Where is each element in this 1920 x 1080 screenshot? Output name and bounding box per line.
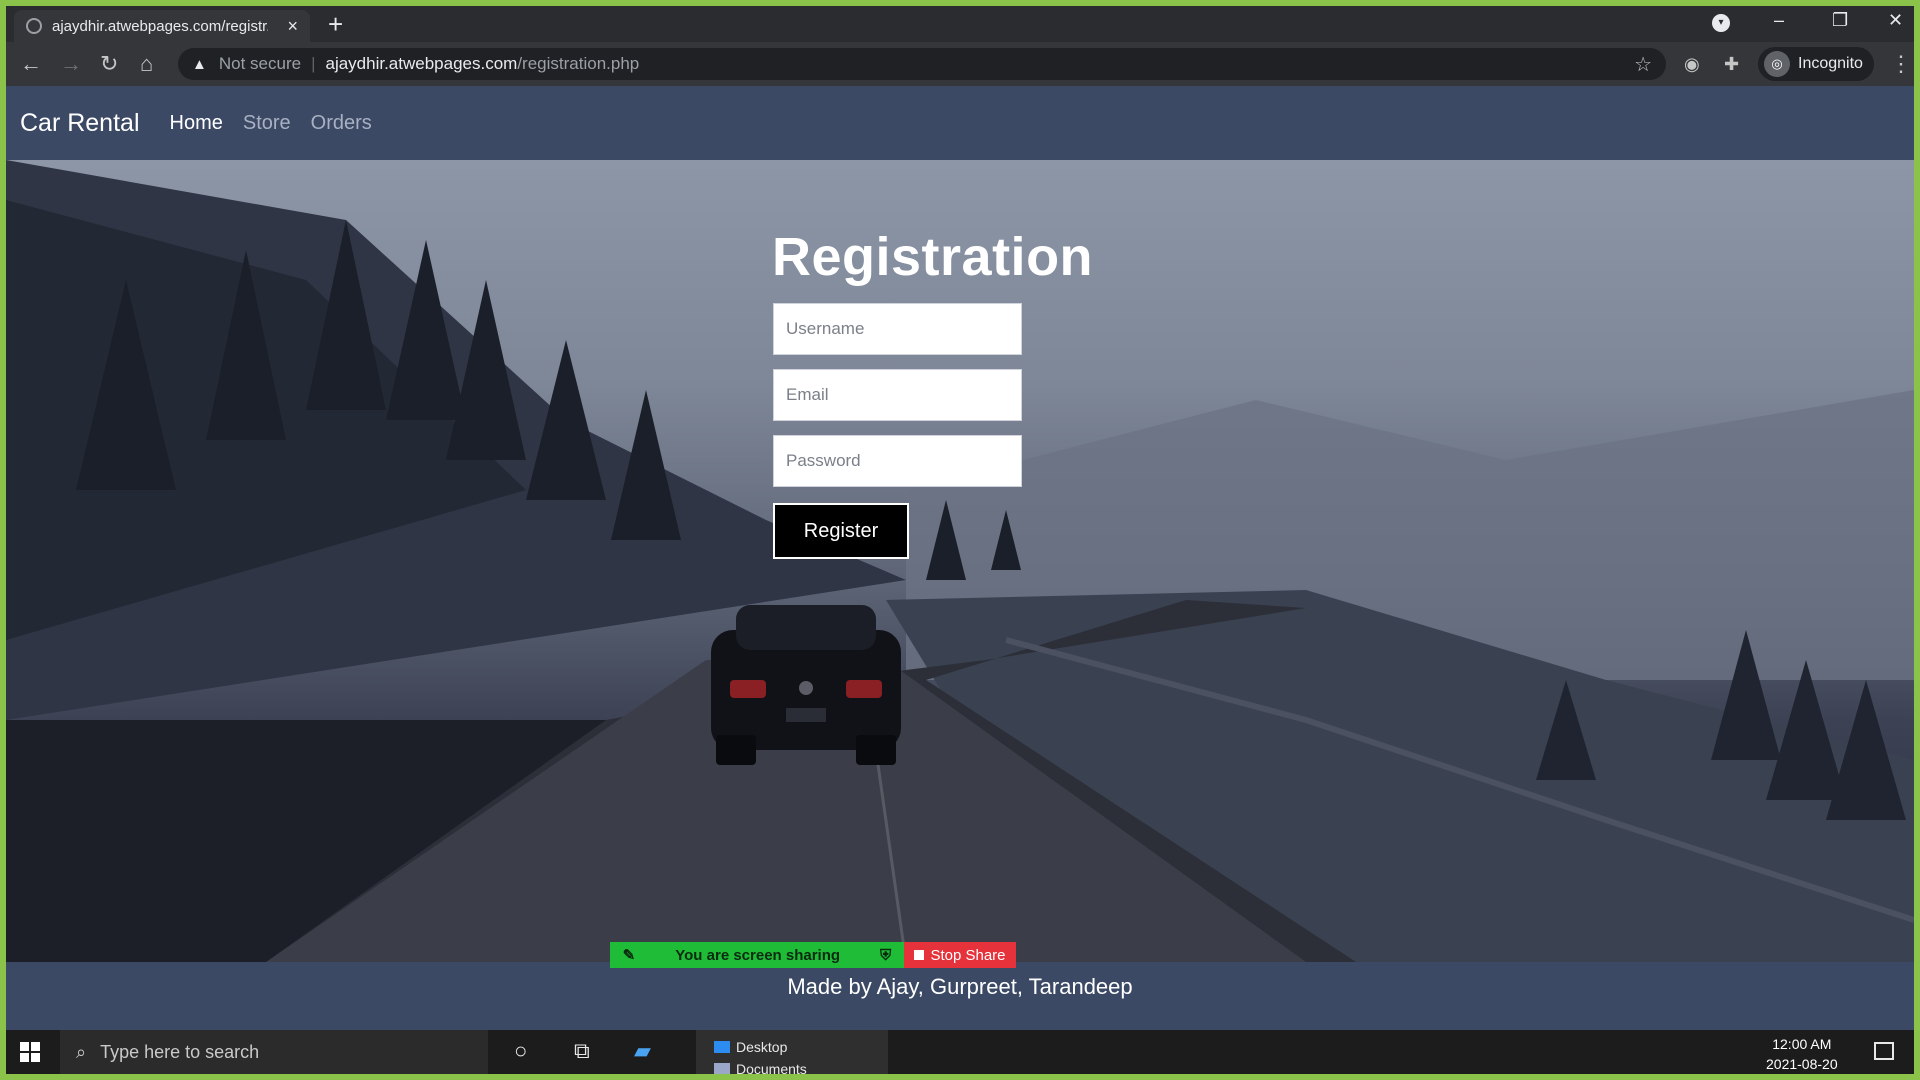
extension-robot-icon[interactable]: ◉ [1684, 53, 1700, 75]
popup-item-label: Documents [736, 1061, 807, 1074]
clock-date: 2021-08-20 [1766, 1056, 1838, 1072]
separator: | [311, 54, 316, 73]
windows-taskbar: ⌕ Type here to search ○ ⧉ ▰ Desktop Docu… [6, 1030, 1914, 1074]
windows-start-icon[interactable] [20, 1042, 40, 1062]
site-navbar: Car Rental Home Store Orders [6, 86, 1914, 160]
restore-icon[interactable]: ❐ [1832, 10, 1848, 31]
close-tab-button[interactable]: × [287, 16, 298, 37]
search-icon: ⌕ [76, 1041, 87, 1062]
browser-tab[interactable]: ajaydhir.atwebpages.com/registr... × [14, 10, 310, 42]
security-label: Not secure [218, 54, 302, 73]
folder-icon [714, 1041, 730, 1053]
bookmark-star-icon[interactable]: ☆ [1634, 52, 1652, 77]
forward-icon[interactable]: → [60, 53, 82, 75]
email-input[interactable] [773, 369, 1022, 421]
password-input[interactable] [773, 435, 1022, 487]
taskbar-folder-popup: Desktop Documents [696, 1030, 888, 1074]
screen-sharing-status: ✎ You are screen sharing ⛨ [610, 942, 904, 968]
incognito-icon: ◎ [1764, 51, 1790, 77]
username-input[interactable] [773, 303, 1022, 355]
document-icon [714, 1063, 730, 1074]
nav-home[interactable]: Home [170, 112, 223, 135]
globe-icon [26, 18, 42, 34]
car-illustration [711, 605, 901, 765]
incognito-profile-button[interactable]: ◎ Incognito [1758, 47, 1874, 81]
stop-icon [914, 950, 925, 960]
hero-background: Registration Register [6, 160, 1914, 962]
popup-item-desktop[interactable]: Desktop [714, 1036, 888, 1058]
site-footer: Made by Ajay, Gurpreet, Tarandeep [6, 962, 1914, 1036]
popup-item-documents[interactable]: Documents [714, 1058, 888, 1074]
screen-share-bar: ✎ You are screen sharing ⛨ Stop Share [610, 942, 1016, 968]
tab-title: ajaydhir.atwebpages.com/registr... [52, 17, 268, 35]
screen: ajaydhir.atwebpages.com/registr... × + ▾… [6, 6, 1914, 1074]
stop-share-button[interactable]: Stop Share [904, 942, 1016, 968]
warning-icon: ▲ [192, 55, 207, 73]
nav-store[interactable]: Store [243, 112, 291, 135]
screen-sharing-label: You are screen sharing [675, 946, 841, 964]
new-tab-button[interactable]: + [328, 10, 343, 38]
home-icon[interactable]: ⌂ [140, 53, 153, 75]
shield-icon: ⛨ [880, 946, 892, 964]
incognito-label: Incognito [1798, 55, 1863, 72]
browser-tab-strip: ajaydhir.atwebpages.com/registr... × + ▾… [6, 6, 1914, 42]
minimize-icon[interactable]: – [1774, 10, 1784, 31]
task-view-icon[interactable]: ⧉ [574, 1038, 590, 1064]
clock-time: 12:00 AM [1772, 1036, 1832, 1052]
url-host: ajaydhir.atwebpages.com [325, 54, 518, 73]
cortana-icon[interactable]: ○ [514, 1038, 527, 1064]
registration-title: Registration [772, 227, 1094, 287]
url-path: /registration.php [517, 54, 640, 73]
browser-toolbar: ← → ↻ ⌂ ▲ Not secure | ajaydhir.atwebpag… [6, 42, 1914, 86]
nav-orders[interactable]: Orders [311, 112, 372, 135]
taskbar-clock[interactable]: 12:00 AM 2021-08-20 [1766, 1034, 1838, 1074]
back-icon[interactable]: ← [20, 53, 42, 75]
register-button[interactable]: Register [773, 503, 909, 559]
brand-link[interactable]: Car Rental [20, 109, 140, 138]
popup-item-label: Desktop [736, 1039, 788, 1055]
stop-share-label: Stop Share [930, 946, 1006, 964]
notification-icon[interactable] [1874, 1042, 1894, 1060]
taskbar-search-placeholder: Type here to search [100, 1041, 260, 1062]
pin-icon: ✎ [622, 947, 636, 964]
taskbar-search-box[interactable]: ⌕ Type here to search [60, 1030, 488, 1074]
reload-icon[interactable]: ↻ [100, 53, 118, 75]
app-laptop-icon[interactable]: ▰ [634, 1038, 651, 1064]
browser-menu-icon[interactable]: ⋮ [1890, 53, 1912, 75]
extensions-puzzle-icon[interactable]: ✚ [1724, 53, 1739, 75]
web-page: Car Rental Home Store Orders Registratio… [6, 86, 1914, 1036]
footer-credits: Made by Ajay, Gurpreet, Tarandeep [787, 974, 1133, 999]
tab-search-icon[interactable]: ▾ [1712, 14, 1730, 32]
close-window-icon[interactable]: ✕ [1888, 10, 1903, 31]
address-bar[interactable]: ▲ Not secure | ajaydhir.atwebpages.com /… [178, 48, 1666, 80]
